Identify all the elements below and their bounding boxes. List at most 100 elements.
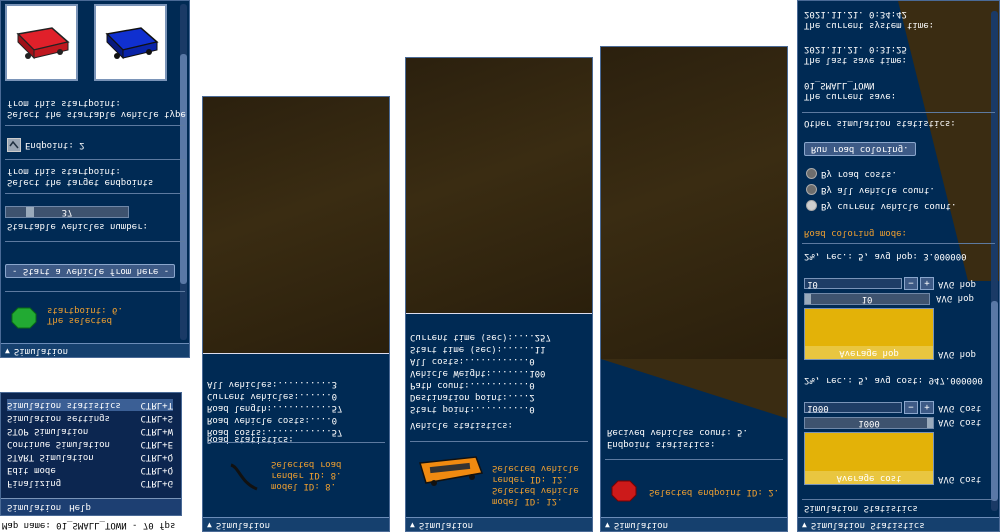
endpoint-statistics-label: Endpoint statistics: bbox=[607, 439, 716, 449]
startable-vehicles-slider[interactable]: 37 bbox=[5, 206, 129, 218]
menu-bar-help[interactable]: Help bbox=[69, 502, 91, 512]
menu-item[interactable]: Finalizing CTRL+G bbox=[7, 477, 173, 489]
avg-hop-input[interactable]: 10 bbox=[804, 278, 902, 289]
vehicle-stat-row: Path count:...........0 bbox=[410, 380, 535, 390]
selected-startpoint-1: The selected bbox=[47, 315, 113, 325]
endpoints-label-1: Select the target endpoints bbox=[7, 177, 154, 187]
avg-hop-slider-value: 10 bbox=[861, 294, 873, 304]
avg-cost-input-label: AVG Cost bbox=[938, 402, 982, 413]
divider bbox=[5, 193, 185, 194]
panel4-titlebar[interactable]: ▲ Simulation bbox=[601, 517, 787, 531]
selected-road-2: render ID: 8. bbox=[271, 470, 342, 480]
menu-item[interactable]: Simulation statistics CTRL+T bbox=[7, 399, 173, 411]
collapse-triangle-icon[interactable]: ▲ bbox=[605, 520, 610, 529]
decrement-button[interactable]: − bbox=[904, 401, 918, 414]
slider-knob[interactable] bbox=[805, 294, 811, 304]
average-cost-side-label: AVG Cost bbox=[938, 474, 982, 484]
road-stat-row: Road vehicle costs:....0 bbox=[207, 415, 338, 425]
blue-car-icon bbox=[104, 27, 159, 60]
avg-cost-input[interactable]: 1000 bbox=[804, 402, 902, 413]
simulation-statistics-panel: 2021.11.21. 0:34:42 The current system t… bbox=[797, 0, 1000, 532]
avg-hop-slider[interactable]: 10 bbox=[804, 293, 930, 305]
increment-button[interactable]: + bbox=[920, 401, 934, 414]
selected-vehicle-2: render ID: 12. bbox=[492, 474, 568, 484]
startable-vehicles-label: Startable vehicles number: bbox=[7, 221, 148, 231]
menu-item-label: Finalizing bbox=[7, 478, 62, 488]
3d-scene-view[interactable] bbox=[601, 47, 787, 359]
vehicle-type-label-1: Select the startable vehicle type bbox=[7, 109, 186, 119]
menu-item-label: Simulation settings bbox=[7, 413, 110, 423]
start-badge-icon bbox=[11, 307, 37, 329]
panel1-titlebar[interactable]: ▲ Simulation bbox=[1, 343, 189, 357]
avg-hop-input-label: AVG hop bbox=[938, 278, 976, 289]
vehicle-statistics-label: Vehicle statistics: bbox=[410, 420, 513, 430]
check-icon bbox=[9, 140, 19, 149]
collapse-triangle-icon[interactable]: ▲ bbox=[5, 346, 10, 355]
increment-button[interactable]: + bbox=[920, 277, 934, 290]
slider-knob[interactable] bbox=[26, 207, 34, 217]
save-name: 01_SMALL_TOWN bbox=[804, 80, 875, 90]
last-save-time: 2021.11.21. 0:31:25 bbox=[804, 44, 907, 54]
radio-current-vehicle[interactable] bbox=[806, 200, 817, 211]
menu-item-shortcut: CTRL+T bbox=[140, 400, 173, 410]
3d-scene-view[interactable] bbox=[203, 97, 389, 353]
panel2-title: Simulation bbox=[215, 519, 271, 530]
system-time-label: The current system time: bbox=[804, 20, 935, 30]
received-count: Recived vehicles count: 5. bbox=[607, 427, 748, 437]
menu-item[interactable]: Continue Simulation CTRL+E bbox=[7, 438, 173, 450]
decrement-button[interactable]: − bbox=[904, 277, 918, 290]
collapse-triangle-icon[interactable]: ▲ bbox=[410, 520, 415, 529]
endpoint-checkbox[interactable] bbox=[7, 138, 21, 152]
menu-item[interactable]: Edit mode CTRL+Q bbox=[7, 464, 173, 476]
radio-road-costs[interactable] bbox=[806, 168, 817, 179]
radio-all-vehicle[interactable] bbox=[806, 184, 817, 195]
avg-cost-input-value: 1000 bbox=[807, 402, 829, 413]
last-save-label: The last save time: bbox=[804, 55, 907, 65]
menu-item-label: Edit mode bbox=[7, 465, 56, 475]
red-car-thumbnail[interactable] bbox=[5, 4, 78, 81]
selected-road-1: Selected road bbox=[271, 459, 342, 469]
panel2-titlebar[interactable]: ▲ Simulation bbox=[203, 517, 389, 531]
vehicle-stat-row: All costs:............0 bbox=[410, 356, 535, 366]
selected-vehicle-4: model ID: 12. bbox=[492, 496, 563, 506]
vehicle-stat-row: Start point:..........0 bbox=[410, 404, 535, 414]
menu-item-shortcut: CTRL+Q bbox=[140, 465, 173, 475]
hop-stats: 2%, rec.: 5, avg hop: 3.000000 bbox=[804, 251, 967, 261]
divider bbox=[5, 125, 185, 126]
collapse-triangle-icon[interactable]: ▲ bbox=[802, 520, 807, 529]
menu-item-shortcut: CTRL+E bbox=[140, 439, 173, 449]
selected-endpoint: Selected endpoint ID: 2. bbox=[649, 487, 780, 497]
slider-knob[interactable] bbox=[927, 418, 933, 428]
panel5-title: Simulation Statistics bbox=[810, 519, 925, 530]
collapse-triangle-icon[interactable]: ▲ bbox=[207, 520, 212, 529]
menu-item-shortcut: CTRL+G bbox=[140, 478, 173, 488]
menu-bar-simulation[interactable]: Simulation bbox=[7, 502, 61, 512]
panel5-titlebar[interactable]: ▲ Simulation Statistics bbox=[798, 517, 999, 531]
menu-item[interactable]: Simulation settings CTRL+S bbox=[7, 412, 173, 424]
finish-badge-icon bbox=[611, 480, 637, 502]
3d-scene-view[interactable] bbox=[406, 58, 592, 313]
scene-triangle bbox=[601, 359, 787, 419]
road-coloring-mode-label: Road coloring mode: bbox=[804, 228, 907, 238]
panel3-titlebar[interactable]: ▲ Simulation bbox=[406, 517, 592, 531]
blue-car-thumbnail[interactable] bbox=[94, 4, 167, 81]
start-vehicle-button[interactable]: - Start a vehicle from here - bbox=[5, 264, 175, 278]
fps-text: Map name: 01_SMALL_TOWN - 70 fps bbox=[2, 519, 176, 530]
avg-cost-slider[interactable]: 1000 bbox=[804, 417, 934, 429]
radio-road-costs-label: By road costs. bbox=[821, 168, 897, 179]
cost-stats: 2%, rec.: 5, avg cost: 947.000000 bbox=[804, 375, 983, 385]
average-cost-bar: Average cost bbox=[804, 432, 934, 485]
menu-item-label: START Simulation bbox=[7, 452, 94, 462]
menu-item[interactable]: START Simulation CTRL+Q bbox=[7, 451, 173, 463]
selected-vehicle-3: Selected vehicle bbox=[492, 485, 579, 495]
divider bbox=[5, 241, 185, 242]
menu-item-label: Continue Simulation bbox=[7, 439, 110, 449]
panel4-title: Simulation bbox=[613, 519, 669, 530]
menu-item-shortcut: CTRL+W bbox=[140, 426, 173, 436]
menu-item[interactable]: STOP Simulation CTRL+W bbox=[7, 425, 173, 437]
run-road-coloring-button[interactable]: Run road coloring. bbox=[804, 142, 916, 156]
vehicle-panel: Start point:..........0 Destination point… bbox=[405, 57, 593, 532]
vehicle-stat-row: Destination point:....2 bbox=[410, 392, 535, 402]
selected-road-3: model ID: 8. bbox=[271, 481, 337, 491]
red-car-icon bbox=[15, 27, 70, 60]
